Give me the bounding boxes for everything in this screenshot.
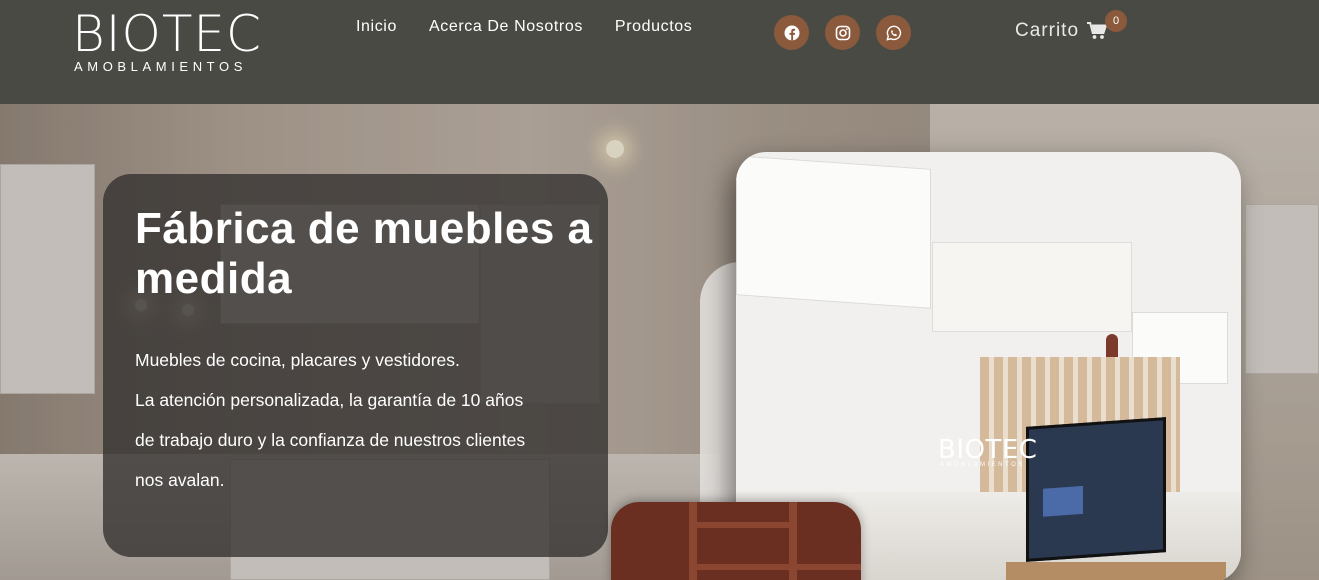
photo-bench <box>1006 562 1226 580</box>
facebook-icon <box>784 25 799 40</box>
hero-text-card: Fábrica de muebles a medida Muebles de c… <box>103 174 608 557</box>
instagram-icon <box>835 25 850 40</box>
hero-line: Muebles de cocina, placares y vestidores… <box>135 350 460 370</box>
nav-item-inicio[interactable]: Inicio <box>340 16 413 38</box>
photo-open-shelf <box>932 242 1132 332</box>
logo-tagline: AMOBLAMIENTOS <box>74 59 247 74</box>
cart-count-badge: 0 <box>1105 10 1127 32</box>
whatsapp-link[interactable] <box>876 15 911 50</box>
photo-board <box>697 564 789 570</box>
hero-section: Fábrica de muebles a medida Muebles de c… <box>0 104 1319 580</box>
photo-watermark-logo: BIOTEC <box>938 435 1038 465</box>
brand-logo[interactable]: BIOTEC AMOBLAMIENTOS <box>72 8 272 80</box>
facebook-link[interactable] <box>774 15 809 50</box>
hero-description: Muebles de cocina, placares y vestidores… <box>135 340 595 500</box>
hero-line: de trabajo duro y la confianza de nuestr… <box>135 430 526 450</box>
cart-button[interactable]: Carrito 0 <box>1015 10 1127 42</box>
logo-wordmark: BIOTEC <box>72 5 262 63</box>
site-header: BIOTEC AMOBLAMIENTOS Inicio Acerca De No… <box>0 0 1319 104</box>
closet-photo <box>611 502 861 580</box>
hero-title: Fábrica de muebles a medida <box>135 204 593 303</box>
nav-item-productos[interactable]: Productos <box>599 16 708 38</box>
whatsapp-icon <box>885 25 901 41</box>
photo-board <box>789 502 797 580</box>
social-links <box>774 15 911 50</box>
hero-line: nos avalan. <box>135 470 225 490</box>
photo-watermark-tagline: AMOBLAMIENTOS <box>940 462 1025 468</box>
shopping-cart-icon <box>1087 22 1108 39</box>
main-nav: Inicio Acerca De Nosotros Productos <box>340 16 708 38</box>
photo-tv <box>1026 417 1166 562</box>
photo-board <box>697 522 789 528</box>
nav-item-acerca[interactable]: Acerca De Nosotros <box>413 16 599 38</box>
cart-label: Carrito <box>1015 20 1080 41</box>
instagram-link[interactable] <box>825 15 860 50</box>
photo-board <box>797 564 861 570</box>
photo-board <box>689 502 697 580</box>
hero-line: La atención personalizada, la garantía d… <box>135 390 524 410</box>
photo-cabinet <box>736 155 931 309</box>
